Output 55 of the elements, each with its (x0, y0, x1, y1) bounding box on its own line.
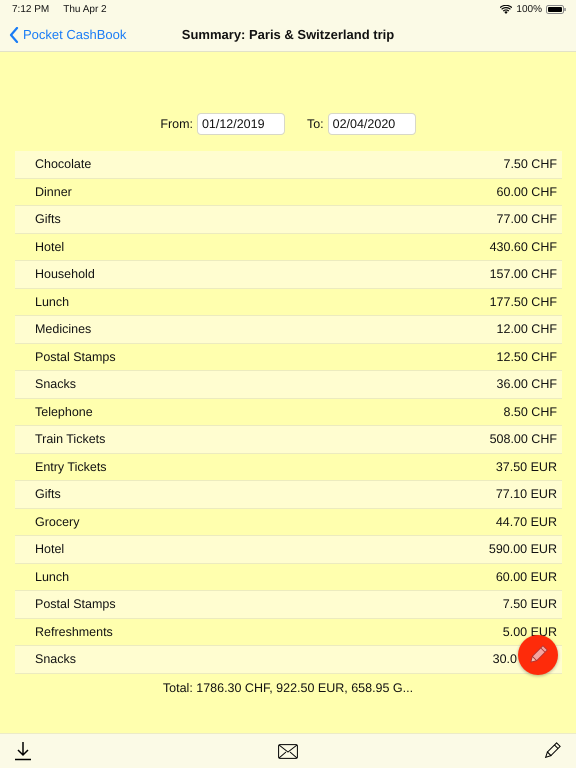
amount-label: 30.0 (492, 652, 517, 666)
amount-label: 36.00 CHF (496, 377, 557, 392)
amount-label: 77.10 EUR (496, 487, 557, 502)
amount-label: 590.00 EUR (488, 542, 557, 556)
category-label: Snacks (35, 652, 76, 666)
download-icon[interactable] (13, 741, 33, 761)
category-label: Chocolate (35, 157, 92, 172)
category-label: Gifts (35, 487, 61, 502)
category-label: Refreshments (35, 624, 113, 639)
to-date-field[interactable]: 02/04/2020 (328, 113, 416, 135)
category-label: Telephone (35, 404, 93, 419)
total-label: Total: 1786.30 CHF, 922.50 EUR, 658.95 G... (162, 680, 414, 694)
amount-label: 508.00 CHF (490, 432, 557, 446)
chevron-left-icon (9, 26, 19, 42)
from-label: From: (160, 117, 193, 131)
status-time: 7:12 PM (12, 4, 50, 14)
category-label: Medicines (35, 322, 92, 336)
mail-icon[interactable] (278, 744, 298, 758)
category-label: Postal Stamps (35, 350, 116, 364)
amount-label: 7.50 EUR (502, 597, 557, 612)
amount-label: 177.50 CHF (490, 294, 557, 309)
amount-label: 8.50 CHF (504, 404, 557, 419)
category-label: Snacks (35, 377, 76, 392)
amount-label: 37.50 EUR (496, 460, 557, 474)
category-label: Gifts (35, 212, 61, 226)
status-date: Thu Apr 2 (63, 4, 107, 14)
category-label: Entry Tickets (35, 460, 107, 474)
amount-label: 12.50 CHF (496, 350, 557, 364)
amount-label: 7.50 CHF (504, 157, 557, 172)
edit-fab-button[interactable] (518, 635, 558, 675)
pencil-icon[interactable] (542, 741, 562, 761)
category-label: Lunch (35, 570, 70, 584)
category-label: Dinner (35, 184, 72, 199)
category-label: Postal Stamps (35, 597, 116, 612)
amount-label: 157.00 CHF (490, 267, 557, 282)
wifi-icon (500, 4, 512, 14)
category-label: Hotel (35, 240, 64, 254)
category-label: Household (35, 267, 95, 282)
amount-label: 60.00 EUR (496, 570, 557, 584)
battery-percent: 100% (516, 4, 542, 14)
battery-icon (546, 4, 566, 14)
nav-title: Summary: Paris & Switzerland trip (182, 27, 394, 42)
back-button[interactable]: Pocket CashBook (0, 26, 126, 42)
to-label: To: (306, 117, 324, 131)
amount-label: 5.00 EUR (502, 624, 557, 639)
amount-label: 60.00 CHF (496, 184, 557, 199)
amount-label: 77.00 CHF (496, 212, 557, 226)
from-date-field[interactable]: 01/12/2019 (196, 113, 285, 135)
amount-label: 12.00 CHF (496, 322, 557, 336)
category-label: Grocery (35, 514, 80, 529)
amount-label: 44.70 EUR (496, 514, 557, 529)
category-label: Train Tickets (35, 432, 106, 446)
category-label: Lunch (35, 294, 70, 309)
amount-label: 430.60 CHF (490, 240, 557, 254)
category-label: Hotel (35, 542, 64, 556)
